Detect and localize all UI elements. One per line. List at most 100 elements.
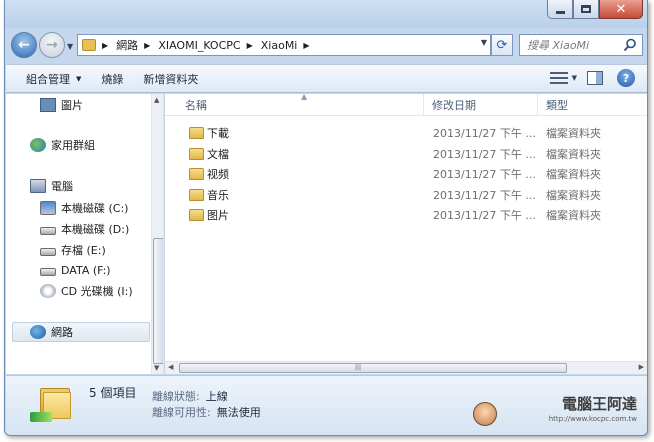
sidebar-item-drive-c[interactable]: 本機磁碟 (C:) bbox=[40, 198, 128, 218]
new-folder-button[interactable]: 新增資料夾 bbox=[143, 71, 198, 87]
column-header-name[interactable]: 名稱 bbox=[177, 94, 425, 116]
search-box[interactable] bbox=[519, 34, 643, 56]
sidebar-item-drive-e[interactable]: 存檔 (E:) bbox=[40, 240, 106, 260]
list-item[interactable]: 下載 2013/11/27 下午 ... 檔案資料夾 bbox=[183, 123, 633, 143]
file-type: 檔案資料夾 bbox=[546, 168, 601, 181]
breadcrumb-separator-icon[interactable]: ▶ bbox=[303, 41, 309, 50]
sidebar-item-network[interactable]: 網路 bbox=[12, 322, 150, 342]
file-type: 檔案資料夾 bbox=[546, 127, 601, 140]
offline-availability: 離線可用性: 無法使用 bbox=[152, 404, 261, 420]
burn-label: 燒錄 bbox=[101, 72, 124, 86]
help-icon[interactable]: ? bbox=[617, 69, 635, 87]
forward-button[interactable]: → bbox=[39, 32, 65, 58]
organize-button[interactable]: 組合管理 ▼ bbox=[26, 71, 81, 87]
file-name: 文檔 bbox=[207, 148, 229, 161]
view-controls: ▼ ? bbox=[548, 69, 635, 87]
network-icon bbox=[30, 325, 46, 339]
search-icon[interactable] bbox=[623, 38, 637, 52]
sidebar-item-label: 存檔 (E:) bbox=[61, 244, 106, 257]
scrollbar-grip-icon: ||| bbox=[355, 364, 362, 371]
sidebar-item-label: 家用群組 bbox=[51, 139, 95, 152]
address-bar[interactable]: ▶ 網路 ▶ XIAOMI_KOCPC ▶ XiaoMi ▶ ▼ bbox=[77, 34, 491, 56]
refresh-button[interactable]: ⟳ bbox=[491, 34, 513, 56]
preview-pane-icon[interactable] bbox=[587, 71, 603, 85]
watermark-mascot-icon bbox=[473, 402, 497, 426]
sidebar-item-label: 本機磁碟 (D:) bbox=[61, 223, 130, 236]
search-input[interactable] bbox=[527, 38, 623, 52]
column-header-date[interactable]: 修改日期 bbox=[423, 94, 537, 116]
column-header-type[interactable]: 類型 bbox=[537, 94, 647, 116]
back-arrow-icon: ← bbox=[18, 37, 30, 53]
folder-icon bbox=[189, 168, 204, 180]
scrollbar-thumb[interactable] bbox=[179, 363, 567, 373]
list-item[interactable]: 音乐 2013/11/27 下午 ... 檔案資料夾 bbox=[183, 185, 633, 205]
maximize-icon bbox=[581, 5, 591, 13]
address-history-dropdown[interactable]: ▼ bbox=[481, 38, 487, 47]
watermark: 電腦王阿達 http://www.kocpc.com.tw bbox=[549, 397, 637, 427]
breadcrumb-separator-icon[interactable]: ▶ bbox=[144, 41, 150, 50]
breadcrumb-computer[interactable]: XIAOMI_KOCPC bbox=[158, 39, 240, 52]
file-name: 图片 bbox=[207, 209, 229, 222]
list-item[interactable]: 图片 2013/11/27 下午 ... 檔案資料夾 bbox=[183, 205, 633, 225]
list-item[interactable]: 文檔 2013/11/27 下午 ... 檔案資料夾 bbox=[183, 144, 633, 164]
sidebar-item-pictures[interactable]: 圖片 bbox=[40, 95, 83, 115]
maximize-button[interactable] bbox=[573, 0, 599, 19]
view-options-dropdown[interactable]: ▼ bbox=[572, 74, 577, 82]
chevron-down-icon: ▼ bbox=[76, 74, 82, 83]
watermark-name: 電腦王阿達 bbox=[561, 395, 637, 413]
list-item[interactable]: 视频 2013/11/27 下午 ... 檔案資料夾 bbox=[183, 164, 633, 184]
file-name: 音乐 bbox=[207, 189, 229, 202]
forward-arrow-icon: → bbox=[46, 37, 58, 53]
file-type: 檔案資料夾 bbox=[546, 189, 601, 202]
column-headers: ▲ 名稱 修改日期 類型 bbox=[165, 94, 647, 116]
close-button[interactable]: ✕ bbox=[599, 0, 643, 19]
scrollbar-thumb[interactable] bbox=[153, 238, 163, 364]
recent-pages-dropdown[interactable]: ▼ bbox=[67, 42, 73, 51]
scroll-right-icon[interactable]: ▶ bbox=[639, 363, 644, 371]
file-list-scrollbar[interactable]: ◀ ||| ▶ bbox=[165, 361, 647, 374]
window-controls: ✕ bbox=[547, 0, 643, 19]
sidebar-item-computer[interactable]: 電腦 bbox=[30, 176, 73, 196]
folder-icon bbox=[189, 209, 204, 221]
navigation-pane-scrollbar[interactable]: ▲ ▼ bbox=[151, 94, 163, 374]
sidebar-item-label: DATA (F:) bbox=[61, 263, 111, 277]
details-pane: 5 個項目 離線狀態: 上線 離線可用性: 無法使用 電腦王阿達 http://ww… bbox=[6, 375, 647, 435]
sidebar-item-dvd-drive[interactable]: CD 光碟機 (I:) bbox=[40, 281, 133, 301]
folder-icon bbox=[82, 39, 96, 51]
scroll-left-icon[interactable]: ◀ bbox=[168, 363, 173, 371]
computer-icon bbox=[30, 179, 46, 193]
file-type: 檔案資料夾 bbox=[546, 148, 601, 161]
file-date: 2013/11/27 下午 ... bbox=[433, 148, 536, 161]
dvd-drive-icon bbox=[40, 284, 56, 298]
breadcrumb-share[interactable]: XiaoMi bbox=[261, 39, 298, 52]
file-date: 2013/11/27 下午 ... bbox=[433, 209, 536, 222]
sidebar-item-homegroup[interactable]: 家用群組 bbox=[30, 135, 95, 155]
column-header-label: 名稱 bbox=[185, 99, 207, 112]
offline-availability-value: 無法使用 bbox=[216, 406, 261, 419]
burn-button[interactable]: 燒錄 bbox=[101, 71, 123, 87]
sidebar-item-label: 電腦 bbox=[51, 180, 73, 193]
command-bar: 組合管理 ▼ 燒錄 新增資料夾 ▼ ? bbox=[6, 64, 647, 93]
close-icon: ✕ bbox=[615, 1, 627, 17]
breadcrumb-separator-icon[interactable]: ▶ bbox=[102, 41, 108, 50]
offline-status-label: 離線狀態: bbox=[152, 390, 200, 403]
file-type: 檔案資料夾 bbox=[546, 209, 601, 222]
network-share-icon bbox=[30, 412, 52, 422]
minimize-button[interactable] bbox=[547, 0, 573, 19]
title-bar[interactable]: ✕ bbox=[5, 0, 647, 28]
navigation-pane: 圖片 家用群組 電腦 本機磁碟 (C:) 本機磁碟 (D:) 存檔 (E:) D… bbox=[6, 94, 164, 374]
scroll-up-icon[interactable]: ▲ bbox=[154, 96, 159, 104]
sidebar-item-drive-f[interactable]: DATA (F:) bbox=[40, 260, 111, 280]
drive-icon bbox=[40, 248, 56, 256]
folder-icon bbox=[189, 148, 204, 160]
back-button[interactable]: ← bbox=[11, 32, 37, 58]
scroll-down-icon[interactable]: ▼ bbox=[154, 364, 159, 372]
change-view-icon[interactable] bbox=[548, 69, 570, 87]
breadcrumb-separator-icon[interactable]: ▶ bbox=[247, 41, 253, 50]
sidebar-item-drive-d[interactable]: 本機磁碟 (D:) bbox=[40, 219, 129, 239]
item-count: 5 個項目 bbox=[89, 386, 137, 400]
file-date: 2013/11/27 下午 ... bbox=[433, 127, 536, 140]
breadcrumb-network[interactable]: 網路 bbox=[116, 37, 138, 53]
minimize-icon bbox=[555, 10, 565, 14]
file-date: 2013/11/27 下午 ... bbox=[433, 189, 536, 202]
